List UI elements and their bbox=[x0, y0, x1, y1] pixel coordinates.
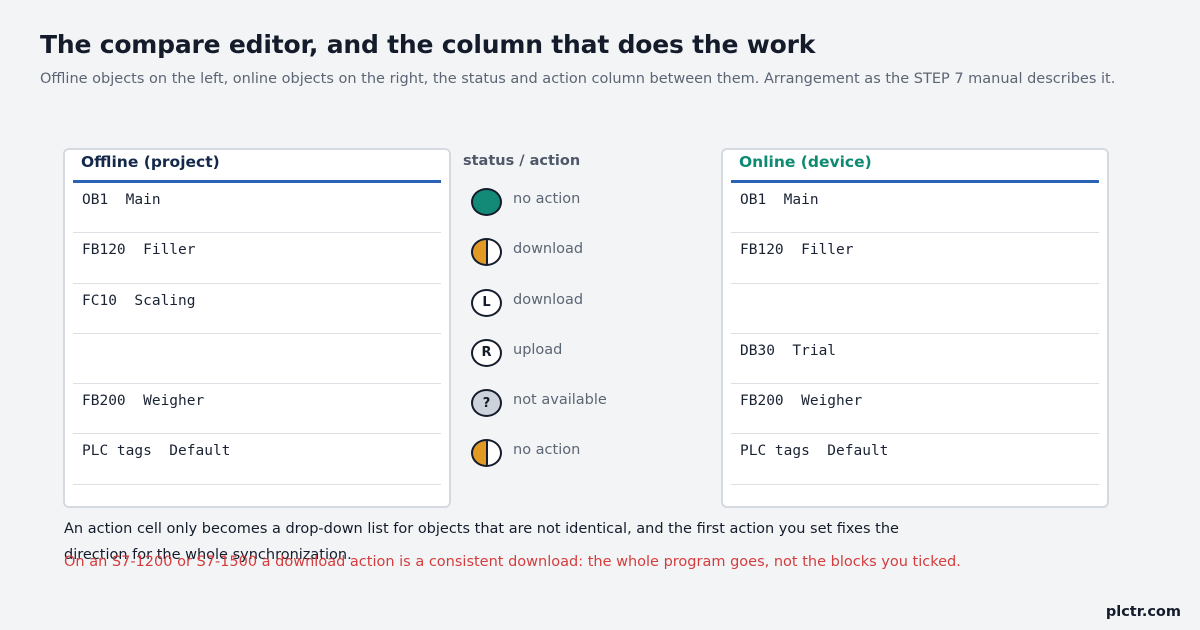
status-row[interactable]: R upload bbox=[471, 337, 711, 387]
offline-panel-header: Offline (project) bbox=[81, 153, 220, 171]
offline-row[interactable]: PLC tags Default bbox=[73, 434, 441, 485]
question-circle-icon: ? bbox=[471, 389, 502, 418]
offline-row[interactable] bbox=[73, 334, 441, 385]
online-row[interactable]: FB120 Filler bbox=[731, 233, 1099, 284]
action-label[interactable]: download bbox=[513, 292, 583, 308]
online-row[interactable] bbox=[731, 284, 1099, 334]
status-row[interactable]: ? not available bbox=[471, 387, 711, 437]
online-row[interactable]: FB200 Weigher bbox=[731, 384, 1099, 435]
page-subtitle: Offline objects on the left, online obje… bbox=[40, 71, 1116, 87]
online-row[interactable]: PLC tags Default bbox=[731, 434, 1099, 485]
status-column: no action download L download R upload ?… bbox=[471, 186, 711, 488]
offline-row[interactable]: FB120 Filler bbox=[73, 233, 441, 284]
online-panel-header: Online (device) bbox=[739, 153, 872, 171]
status-row[interactable]: no action bbox=[471, 437, 711, 487]
status-row[interactable]: no action bbox=[471, 186, 711, 236]
status-row[interactable]: download bbox=[471, 236, 711, 286]
action-label[interactable]: no action bbox=[513, 442, 580, 458]
page-title: The compare editor, and the column that … bbox=[40, 30, 816, 59]
offline-row[interactable]: OB1 Main bbox=[73, 183, 441, 234]
action-label[interactable]: not available bbox=[513, 392, 607, 408]
action-label[interactable]: upload bbox=[513, 342, 562, 358]
offline-panel: Offline (project) OB1 Main FB120 Filler … bbox=[63, 148, 451, 508]
right-letter-circle-icon: R bbox=[471, 338, 502, 367]
filled-green-circle-icon bbox=[471, 188, 502, 216]
status-column-header: status / action bbox=[463, 153, 581, 169]
offline-row[interactable]: FC10 Scaling bbox=[73, 284, 441, 334]
half-filled-circle-icon bbox=[471, 439, 502, 468]
online-panel: Online (device) OB1 Main FB120 Filler DB… bbox=[721, 148, 1109, 508]
left-letter-circle-icon: L bbox=[471, 288, 502, 317]
offline-row[interactable]: FB200 Weigher bbox=[73, 384, 441, 435]
half-filled-circle-icon bbox=[471, 238, 502, 267]
online-row[interactable]: OB1 Main bbox=[731, 183, 1099, 234]
status-row[interactable]: L download bbox=[471, 287, 711, 337]
action-label[interactable]: download bbox=[513, 241, 583, 257]
warning-text: On an S7-1200 or S7-1500 a download acti… bbox=[64, 554, 961, 570]
action-label[interactable]: no action bbox=[513, 191, 580, 207]
brand-logo: plctr.com bbox=[1105, 604, 1181, 620]
online-row[interactable]: DB30 Trial bbox=[731, 334, 1099, 385]
